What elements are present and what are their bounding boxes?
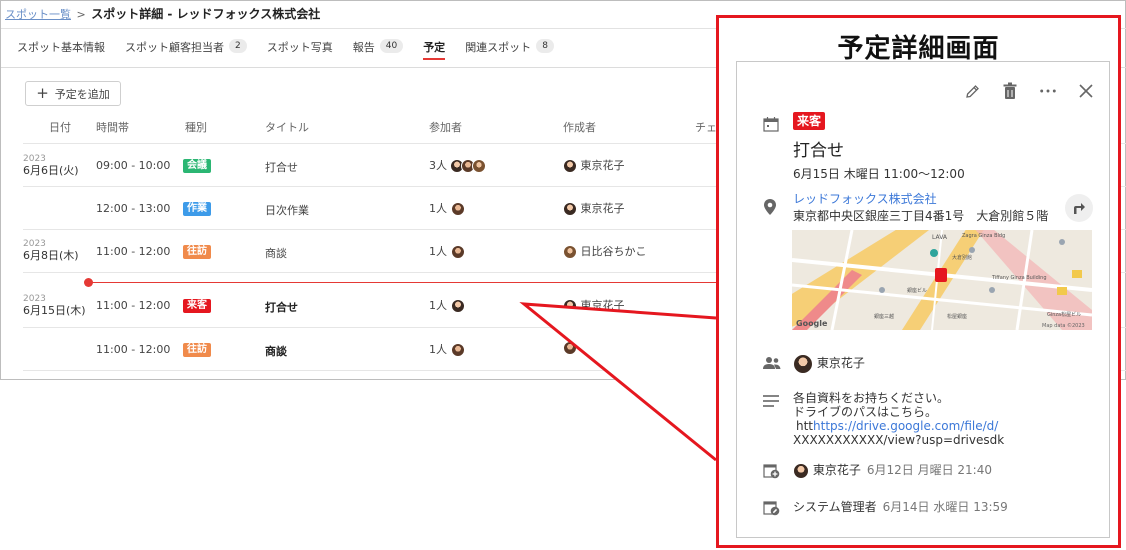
updated-at: 6月14日 水曜日 13:59	[882, 500, 1008, 514]
updated-by: システム管理者	[793, 500, 877, 514]
svg-text:銀座三越: 銀座三越	[874, 313, 894, 320]
location-map[interactable]: LAVA Zagra Ginza Bldg 大倉別館 銀座ビル Tiffany …	[792, 230, 1092, 330]
event-title: 打合せ	[793, 141, 844, 161]
svg-text:LAVA: LAVA	[932, 234, 948, 241]
people-icon	[763, 357, 781, 369]
participant-name: 東京花子	[816, 356, 865, 370]
location-address: 東京都中央区銀座三丁目4番1号 大倉別館５階	[793, 209, 1049, 223]
drive-link[interactable]: https://drive.google.com/file/d/	[813, 419, 998, 433]
calendar-icon	[763, 117, 779, 132]
notes-icon	[763, 395, 779, 407]
event-datetime: 6月15日 木曜日 11:00〜12:00	[793, 167, 965, 181]
delete-button[interactable]	[1001, 82, 1019, 100]
location-name-link[interactable]: レッドフォックス株式会社	[793, 190, 937, 207]
svg-text:Ginza松屋ビル: Ginza松屋ビル	[1047, 311, 1081, 318]
map-image: LAVA Zagra Ginza Bldg 大倉別館 銀座ビル Tiffany …	[792, 230, 1092, 330]
svg-text:Map data ©2023: Map data ©2023	[1042, 322, 1085, 329]
svg-text:Zagra Ginza Bldg: Zagra Ginza Bldg	[962, 233, 1005, 239]
panel-actions	[963, 82, 1095, 100]
notes-link-line: htthttps://drive.google.com/file/d/	[796, 419, 998, 433]
schedule-detail-callout: 予定詳細画面 来客 打合せ 6月15日 木曜日 11:00〜12:00 レッドフ…	[716, 15, 1121, 548]
close-icon	[1079, 84, 1093, 98]
more-icon	[1040, 89, 1056, 93]
edit-button[interactable]	[963, 82, 981, 100]
trash-icon	[1003, 82, 1017, 99]
schedule-detail-panel: 来客 打合せ 6月15日 木曜日 11:00〜12:00 レッドフォックス株式会…	[736, 61, 1110, 538]
pencil-icon	[965, 84, 979, 98]
notes-link-prefix: htt	[796, 419, 814, 433]
avatar	[793, 353, 813, 374]
svg-text:銀座ビル: 銀座ビル	[907, 287, 927, 294]
created-meta: 東京花子 6月12日 月曜日 21:40	[793, 460, 992, 480]
notes-link-tail: XXXXXXXXXXX/view?usp=drivesdk	[793, 433, 1005, 447]
svg-text:松屋銀座: 松屋銀座	[947, 313, 967, 320]
calendar-add-icon	[763, 464, 780, 479]
event-type-cell: 来客	[793, 112, 826, 130]
svg-text:Google: Google	[796, 319, 828, 328]
created-at: 6月12日 月曜日 21:40	[866, 463, 992, 477]
directions-icon	[1074, 203, 1085, 214]
svg-text:大倉別館: 大倉別館	[952, 254, 972, 261]
updated-meta: システム管理者 6月14日 水曜日 13:59	[793, 498, 1008, 516]
event-type-badge: 来客	[793, 112, 826, 130]
participant-entry[interactable]: 東京花子	[793, 353, 865, 374]
more-button[interactable]	[1039, 82, 1057, 100]
created-by: 東京花子	[812, 463, 861, 477]
callout-title: 予定詳細画面	[837, 34, 1000, 64]
notes-text: 各自資料をお持ちください。 ドライブのパスはこちら。	[793, 391, 950, 419]
svg-text:Tiffany Ginza Building: Tiffany Ginza Building	[991, 275, 1047, 281]
calendar-edit-icon	[763, 501, 780, 516]
avatar	[793, 462, 809, 479]
location-pin-icon	[764, 199, 776, 215]
directions-button[interactable]	[1065, 194, 1093, 222]
close-button[interactable]	[1077, 82, 1095, 100]
